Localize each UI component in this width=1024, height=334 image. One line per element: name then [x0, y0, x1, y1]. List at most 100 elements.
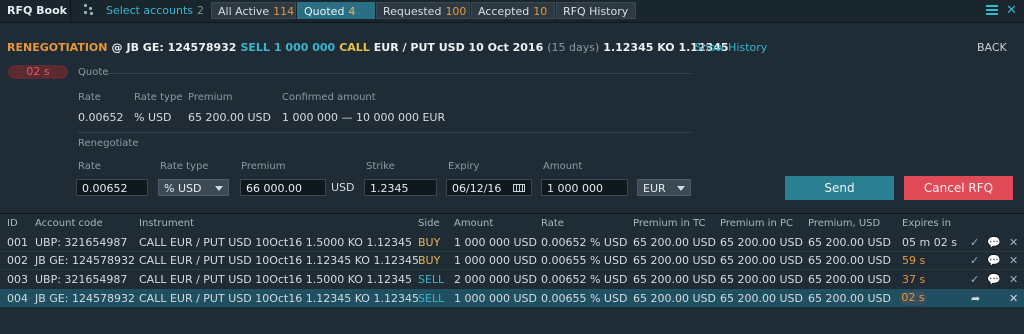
premium-input[interactable]: 66 000.00: [240, 179, 326, 196]
row-premium-tc: 65 200.00 USD: [633, 273, 716, 286]
accept-icon[interactable]: ✓: [970, 236, 979, 249]
select-accounts-count: 2: [197, 4, 204, 17]
table-row[interactable]: 002 JB GE: 124578932 CALL EUR / PUT USD …: [0, 251, 1024, 269]
divider: [78, 132, 691, 133]
row-premium-usd: 65 200.00 USD: [808, 292, 891, 305]
row-premium-usd: 65 200.00 USD: [808, 254, 891, 267]
row-rate: 0.00652 % USD: [541, 236, 628, 249]
tab-count: 10: [533, 5, 548, 18]
timer-badge: 02 s: [8, 65, 68, 79]
close-icon[interactable]: ✕: [1009, 292, 1018, 305]
select-accounts-label: Select accounts: [106, 4, 193, 17]
strike-input[interactable]: 1.2345: [364, 179, 437, 196]
row-side: BUY: [418, 236, 441, 249]
currency-value: EUR: [643, 182, 666, 195]
col-header-expires[interactable]: Expires in: [902, 218, 951, 229]
table-row[interactable]: 003 UBP: 321654987 CALL EUR / PUT USD 10…: [0, 270, 1024, 288]
quote-confirmed-value: 1 000 000 — 10 000 000 EUR: [282, 111, 446, 124]
col-header-amount[interactable]: Amount: [454, 218, 493, 229]
row-premium-pc: 65 200.00 USD: [720, 273, 803, 286]
show-history-link[interactable]: Show History: [695, 41, 767, 54]
row-expires: 37 s: [902, 273, 926, 286]
rate-input[interactable]: 0.00652: [76, 179, 148, 196]
row-premium-usd: 65 200.00 USD: [808, 236, 891, 249]
select-accounts-button[interactable]: Select accounts 2: [106, 4, 204, 17]
table-row[interactable]: 001 UBP: 321654987 CALL EUR / PUT USD 10…: [0, 233, 1024, 251]
row-premium-tc: 65 200.00 USD: [633, 292, 716, 305]
forward-icon[interactable]: ➦: [971, 292, 980, 305]
row-amount: 1 000 000 USD: [454, 236, 537, 249]
divider: [105, 73, 691, 74]
row-account: UBP: 321654987: [35, 236, 128, 249]
col-header-premium-tc[interactable]: Premium in TC: [633, 218, 705, 229]
col-header-rate[interactable]: Rate: [541, 218, 564, 229]
col-header-account[interactable]: Account code: [35, 218, 103, 229]
row-instrument: CALL EUR / PUT USD 10Oct16 1.5000 KO 1.1…: [139, 236, 412, 249]
renegotiation-label: RENEGOTIATION: [7, 41, 108, 54]
tab-label: Requested: [383, 5, 442, 18]
rate-type-select[interactable]: % USD: [158, 179, 229, 196]
send-button[interactable]: Send: [785, 176, 894, 200]
top-bar: RFQ Book Select accounts 2 All Active 114 …: [0, 0, 1024, 23]
row-side: SELL: [418, 273, 445, 286]
tab-all-active[interactable]: All Active 114: [211, 2, 296, 19]
chat-icon[interactable]: 💬: [987, 254, 1001, 267]
chevron-down-icon: [677, 186, 685, 191]
tab-label: Quoted: [304, 5, 345, 18]
col-header-premium-pc[interactable]: Premium in PC: [720, 218, 793, 229]
quote-confirmed-label: Confirmed amount: [282, 92, 376, 103]
tab-count: 100: [445, 5, 467, 18]
row-side: BUY: [418, 254, 441, 267]
amount-input[interactable]: 1 000 000: [541, 179, 628, 196]
tab-quoted[interactable]: Quoted 4: [297, 2, 375, 19]
col-header-side[interactable]: Side: [418, 218, 440, 229]
row-amount: 1 000 000 USD: [454, 292, 537, 305]
quote-rate-type-value: % USD: [134, 111, 172, 124]
back-button[interactable]: BACK: [977, 41, 1007, 54]
col-header-premium-usd[interactable]: Premium, USD: [808, 218, 880, 229]
col-header-instrument[interactable]: Instrument: [139, 218, 194, 229]
chevron-down-icon: [215, 186, 223, 191]
row-premium-tc: 65 200.00 USD: [633, 254, 716, 267]
amount: 1 000 000: [273, 41, 336, 54]
table-row[interactable]: 004 JB GE: 124578932 CALL EUR / PUT USD …: [0, 289, 1024, 307]
calendar-icon[interactable]: [513, 184, 525, 192]
close-icon[interactable]: ✕: [1009, 236, 1018, 249]
currency-select[interactable]: EUR: [637, 179, 691, 196]
reneg-strike-label: Strike: [366, 161, 395, 172]
expiry-input[interactable]: 06/12/16: [446, 179, 532, 196]
accept-icon[interactable]: ✓: [970, 273, 979, 286]
tab-rfq-history[interactable]: RFQ History: [556, 2, 636, 19]
accept-icon[interactable]: ✓: [970, 254, 979, 267]
row-rate: 0.00652 % USD: [541, 273, 628, 286]
row-rate: 0.00655 % USD: [541, 292, 628, 305]
menu-icon[interactable]: [986, 5, 998, 15]
chat-icon[interactable]: 💬: [987, 236, 1001, 249]
chat-icon[interactable]: 💬: [987, 273, 1001, 286]
tab-requested[interactable]: Requested 100: [376, 2, 470, 19]
renegotiation-summary: RENEGOTIATION @ JB GE: 124578932 SELL 1 000 …: [7, 41, 733, 54]
row-account: JB GE: 124578932: [35, 292, 135, 305]
quote-rate-value: 0.00652: [78, 111, 124, 124]
reneg-expiry-label: Expiry: [448, 161, 480, 172]
option-type: CALL: [339, 41, 370, 54]
close-icon[interactable]: ✕: [1009, 273, 1018, 286]
rate-type-value: % USD: [164, 182, 202, 195]
row-account: UBP: 321654987: [35, 273, 128, 286]
cancel-rfq-button[interactable]: Cancel RFQ: [904, 176, 1013, 200]
close-icon[interactable]: ✕: [1009, 254, 1018, 267]
divider: [0, 213, 1024, 214]
row-account: JB GE: 124578932: [35, 254, 135, 267]
tab-accepted[interactable]: Accepted 10: [471, 2, 555, 19]
row-expires: 02 s: [899, 291, 927, 305]
group-accounts-icon[interactable]: [84, 4, 94, 16]
row-instrument: CALL EUR / PUT USD 10Oct16 1.5000 KO 1.1…: [139, 273, 412, 286]
renegotiate-section-title: Renegotiate: [78, 138, 139, 149]
quote-rate-type-label: Rate type: [134, 92, 183, 103]
row-instrument: CALL EUR / PUT USD 10Oct16 1.12345 KO 1.…: [139, 254, 419, 267]
col-header-id[interactable]: ID: [7, 218, 18, 229]
close-icon[interactable]: ✕: [1006, 3, 1017, 18]
quote-premium-value: 65 200.00 USD: [188, 111, 271, 124]
row-id: 004: [7, 292, 28, 305]
row-id: 003: [7, 273, 28, 286]
